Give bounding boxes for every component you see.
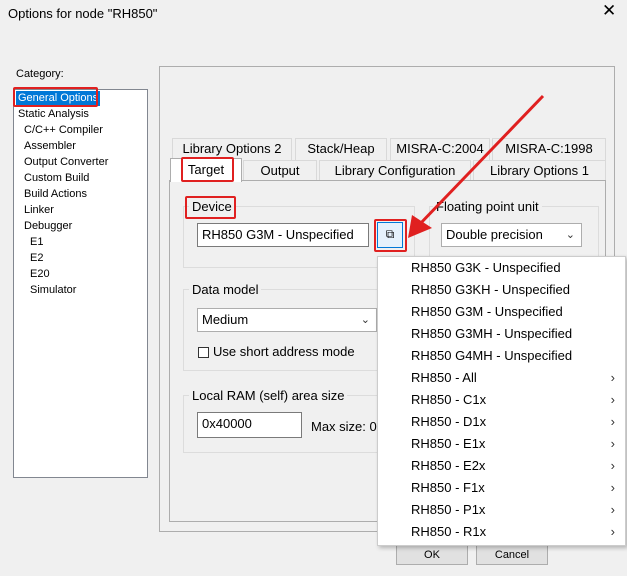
fpu-label: Floating point unit xyxy=(433,199,542,214)
category-item-static-analysis[interactable]: Static Analysis xyxy=(16,107,91,122)
menu-item-g3mh[interactable]: RH850 G3MH - Unspecified xyxy=(411,326,572,341)
local-ram-label: Local RAM (self) area size xyxy=(189,388,348,403)
tab-misra-2004[interactable]: MISRA-C:2004 xyxy=(390,138,490,160)
category-item-build-actions[interactable]: Build Actions xyxy=(22,187,89,202)
short-address-checkbox[interactable] xyxy=(198,347,209,358)
device-menu: RH850 G3K - Unspecified RH850 G3KH - Uns… xyxy=(377,256,626,546)
tab-library-options-2[interactable]: Library Options 2 xyxy=(172,138,292,160)
menu-item-g3k[interactable]: RH850 G3K - Unspecified xyxy=(411,260,561,275)
category-item-compiler[interactable]: C/C++ Compiler xyxy=(22,123,105,138)
category-item-simulator[interactable]: Simulator xyxy=(28,283,78,298)
menu-item-g3kh[interactable]: RH850 G3KH - Unspecified xyxy=(411,282,570,297)
category-item-e2[interactable]: E2 xyxy=(28,251,45,266)
chevron-right-icon: › xyxy=(610,480,615,495)
menu-item-g3m[interactable]: RH850 G3M - Unspecified xyxy=(411,304,563,319)
data-model-label: Data model xyxy=(189,282,262,297)
category-item-general-options[interactable]: General Options xyxy=(16,91,101,106)
chevron-right-icon: › xyxy=(610,414,615,429)
chevron-down-icon: ⌄ xyxy=(360,314,370,326)
chevron-right-icon: › xyxy=(610,524,615,539)
tab-misra-1998[interactable]: MISRA-C:1998 xyxy=(492,138,606,160)
menu-item-d1x[interactable]: RH850 - D1x xyxy=(411,414,486,429)
chevron-down-icon: ⌄ xyxy=(565,229,575,241)
window-title: Options for node "RH850" xyxy=(8,6,158,21)
chevron-right-icon: › xyxy=(610,458,615,473)
menu-item-p1x[interactable]: RH850 - P1x xyxy=(411,502,485,517)
fpu-select[interactable]: Double precision ⌄ xyxy=(441,223,582,247)
category-label: Category: xyxy=(16,68,64,80)
category-list[interactable]: General Options Static Analysis C/C++ Co… xyxy=(13,89,148,478)
chevron-right-icon: › xyxy=(610,370,615,385)
menu-item-g4mh[interactable]: RH850 G4MH - Unspecified xyxy=(411,348,572,363)
category-item-debugger[interactable]: Debugger xyxy=(22,219,74,234)
tab-output[interactable]: Output xyxy=(243,160,317,182)
menu-item-e1x[interactable]: RH850 - E1x xyxy=(411,436,485,451)
category-item-linker[interactable]: Linker xyxy=(22,203,56,218)
category-item-assembler[interactable]: Assembler xyxy=(22,139,78,154)
tab-library-options-1[interactable]: Library Options 1 xyxy=(473,160,606,182)
chevron-right-icon: › xyxy=(610,436,615,451)
device-field[interactable]: RH850 G3M - Unspecified xyxy=(197,223,369,247)
close-icon[interactable]: ✕ xyxy=(602,1,616,21)
short-address-label: Use short address mode xyxy=(213,344,355,359)
menu-item-e2x[interactable]: RH850 - E2x xyxy=(411,458,485,473)
cancel-button[interactable]: Cancel xyxy=(476,545,548,565)
data-model-select[interactable]: Medium ⌄ xyxy=(197,308,377,332)
menu-item-c1x[interactable]: RH850 - C1x xyxy=(411,392,486,407)
category-item-custom-build[interactable]: Custom Build xyxy=(22,171,91,186)
menu-item-all[interactable]: RH850 - All xyxy=(411,370,477,385)
tab-target[interactable]: Target xyxy=(170,158,242,182)
category-item-e1[interactable]: E1 xyxy=(28,235,45,250)
tab-stack-heap[interactable]: Stack/Heap xyxy=(295,138,387,160)
ok-button[interactable]: OK xyxy=(396,545,468,565)
data-model-select-value: Medium xyxy=(202,312,249,327)
max-size-label: Max size: 0 xyxy=(311,419,377,434)
menu-item-f1x[interactable]: RH850 - F1x xyxy=(411,480,485,495)
chevron-right-icon: › xyxy=(610,502,615,517)
device-label: Device xyxy=(189,199,235,214)
tab-library-configuration[interactable]: Library Configuration xyxy=(319,160,471,182)
device-select-icon[interactable]: ⧉ xyxy=(377,222,403,248)
category-item-e20[interactable]: E20 xyxy=(28,267,52,282)
menu-item-r1x[interactable]: RH850 - R1x xyxy=(411,524,486,539)
category-item-output-converter[interactable]: Output Converter xyxy=(22,155,110,170)
local-ram-field[interactable]: 0x40000 xyxy=(197,412,302,438)
chevron-right-icon: › xyxy=(610,392,615,407)
fpu-select-value: Double precision xyxy=(446,227,543,242)
